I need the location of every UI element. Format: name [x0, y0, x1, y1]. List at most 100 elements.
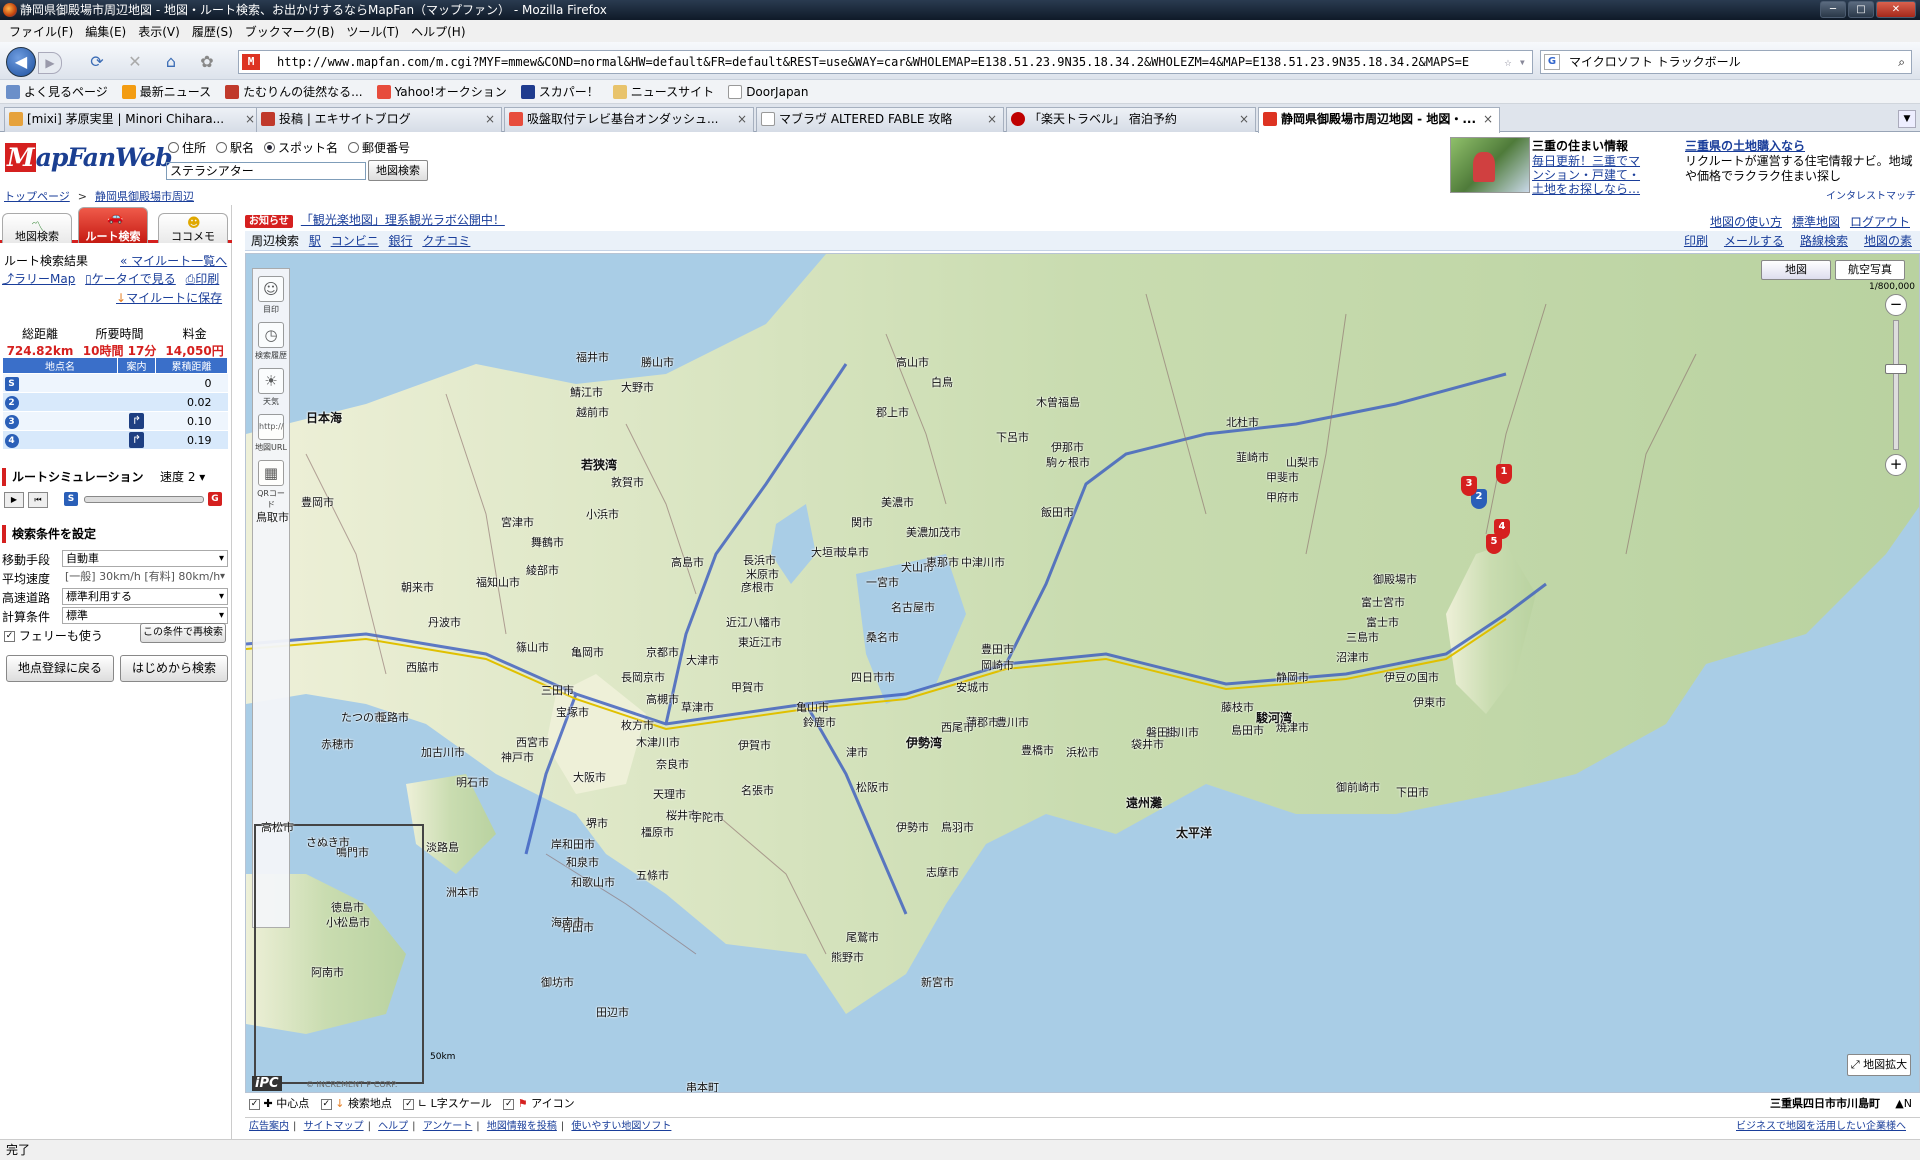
overview-map[interactable] — [254, 824, 424, 1084]
calc-select[interactable]: 標準 — [62, 607, 228, 624]
zoom-in-icon[interactable]: + — [1885, 454, 1907, 476]
radio-postal[interactable]: 郵便番号 — [348, 139, 410, 156]
radio-station[interactable]: 駅名 — [216, 139, 254, 156]
ad-image[interactable] — [1450, 137, 1530, 193]
aerial-view-button[interactable]: 航空写真 — [1835, 260, 1905, 280]
print-link[interactable]: ⎙印刷 — [186, 272, 220, 286]
menu-file[interactable]: ファイル(F) — [4, 20, 78, 42]
history-tool[interactable]: ◷ 検索履歴 — [255, 319, 287, 363]
mylist-link[interactable]: « マイルート一覧へ — [120, 252, 227, 269]
close-button[interactable]: ✕ — [1876, 1, 1916, 18]
minimize-button[interactable]: ─ — [1820, 1, 1846, 18]
google-icon[interactable]: G — [1544, 54, 1560, 70]
footer-ad-link[interactable]: 広告案内 — [249, 1121, 289, 1132]
table-row[interactable]: S0 — [2, 373, 228, 393]
mapfan-logo[interactable]: MapFanWeb — [5, 143, 173, 175]
search-point-toggle[interactable]: ✓ ↓ 検索地点 — [320, 1097, 392, 1110]
table-row[interactable]: 2 0.02 — [2, 392, 228, 412]
close-tab-icon[interactable]: × — [737, 108, 747, 130]
tab-list-arrow[interactable]: ▼ — [1898, 110, 1916, 128]
route-search-link[interactable]: 路線検索 — [1800, 231, 1848, 251]
menu-edit[interactable]: 編集(E) — [80, 20, 131, 42]
tab-kokomemo[interactable]: ☻ ココメモ — [158, 213, 228, 243]
footer-survey-link[interactable]: アンケート — [423, 1121, 473, 1132]
maximize-button[interactable]: □ — [1848, 1, 1874, 18]
stop-icon[interactable]: ✕ — [124, 51, 146, 73]
reload-icon[interactable]: ⟳ — [86, 51, 108, 73]
bookmark-item[interactable]: ニュースサイト — [612, 83, 714, 100]
menu-tools[interactable]: ツール(T) — [341, 20, 404, 42]
qr-tool[interactable]: ▦ QRコード — [255, 457, 287, 509]
tab-map-search[interactable]: 〽地図検索 — [2, 213, 72, 243]
tab-mapfan[interactable]: 静岡県御殿場市周辺地図 - 地図・... × — [1258, 107, 1500, 133]
bookmark-item[interactable]: スカパー！ — [520, 83, 599, 100]
radio-address[interactable]: 住所 — [168, 139, 206, 156]
transport-select[interactable]: 自動車 — [62, 550, 228, 567]
center-point-toggle[interactable]: ✓ ✚ 中心点 — [249, 1097, 309, 1110]
business-link[interactable]: ビジネスで地図を活用したい企業様へ — [1736, 1118, 1906, 1136]
map-elements-link[interactable]: 地図の素 — [1864, 231, 1912, 251]
notice-link[interactable]: 「観光楽地図」理系観光ラボ公開中！ — [301, 213, 505, 227]
nearby-convenience-link[interactable]: コンビニ — [331, 234, 379, 248]
close-tab-icon[interactable]: × — [1483, 108, 1493, 130]
map-url-tool[interactable]: http://地図URL — [255, 411, 287, 455]
mobile-link[interactable]: ▯ケータイで見る — [85, 272, 176, 286]
icon-toggle[interactable]: ✓ ⚑ アイコン — [503, 1097, 575, 1110]
footer-software-link[interactable]: 使いやすい地図ソフト — [571, 1121, 671, 1132]
nearby-review-link[interactable]: クチコミ — [422, 234, 470, 248]
ad-link[interactable]: 毎日更新！三重でマンション・戸建て・土地をお探しなら… — [1532, 154, 1642, 196]
restart-search-button[interactable]: はじめから検索 — [120, 655, 228, 682]
tab-tvmount[interactable]: 吸盤取付テレビ基台オンダッシュ... × — [504, 107, 754, 132]
radio-spot[interactable]: スポット名 — [264, 139, 338, 156]
play-icon[interactable]: ▶ — [4, 492, 24, 508]
map-search-button[interactable]: 地図検索 — [368, 160, 428, 181]
speed-select[interactable]: 速度 2 ▾ — [160, 468, 205, 485]
footer-help-link[interactable]: ヘルプ — [378, 1121, 408, 1132]
weather-tool[interactable]: ☀ 天気 — [255, 365, 287, 409]
close-tab-icon[interactable]: × — [1239, 108, 1249, 130]
bookmark-star-icon[interactable]: ☆ ▾ — [1504, 51, 1526, 73]
menu-history[interactable]: 履歴(S) — [187, 20, 238, 42]
breadcrumb-current[interactable]: 静岡県御殿場市周辺 — [95, 190, 194, 203]
map-help-link[interactable]: 地図の使い方 — [1710, 213, 1782, 230]
tab-excite[interactable]: 投稿 | エキサイトブログ × — [256, 107, 502, 132]
url-bar[interactable]: M http://www.mapfan.com/m.cgi?MYF=mmew&C… — [238, 50, 1533, 74]
menu-bookmarks[interactable]: ブックマーク(B) — [240, 20, 340, 42]
tab-mixi[interactable]: [mixi] 茅原実里 | Minori Chihara... × — [4, 107, 262, 132]
rally-map-link[interactable]: ⤴ラリーMap — [2, 272, 75, 286]
breadcrumb-top[interactable]: トップページ — [4, 190, 70, 203]
save-route-link[interactable]: ↓マイルートに保存 — [116, 289, 222, 306]
turn-right-icon[interactable]: ↱ — [129, 413, 144, 429]
nearby-station-link[interactable]: 駅 — [309, 234, 321, 248]
map-canvas[interactable]: 地図 航空写真 1/800,000 − + ☺ 目印 ◷ 検索履歴 ☀ 天気 http… — [245, 253, 1920, 1093]
bookmark-item[interactable]: よく見るページ — [6, 83, 108, 100]
expand-map-button[interactable]: ⤢ 地図拡大 — [1847, 1054, 1911, 1076]
bookmark-item[interactable]: 最新ニュース — [121, 83, 211, 100]
table-row[interactable]: 4 ↱ 0.19 — [2, 430, 228, 450]
zoom-slider-knob[interactable] — [1885, 364, 1907, 374]
standard-map-link[interactable]: 標準地図 — [1792, 213, 1840, 230]
map-mail-link[interactable]: メールする — [1724, 231, 1784, 251]
bookmark-item[interactable]: たむりんの徒然なる... — [225, 83, 363, 100]
ad-link-title[interactable]: 三重県の土地購入なら — [1685, 137, 1805, 154]
logout-link[interactable]: ログアウト — [1850, 213, 1910, 230]
nearby-bank-link[interactable]: 銀行 — [389, 234, 413, 248]
zoom-slider[interactable] — [1893, 320, 1899, 450]
simulation-slider[interactable] — [84, 496, 204, 503]
search-icon[interactable]: ⌕ — [1898, 51, 1905, 73]
search-bar[interactable]: G マイクロソフト トラックボール ⌕ — [1540, 50, 1912, 74]
footer-post-link[interactable]: 地図情報を投稿 — [487, 1121, 557, 1132]
interest-match-link[interactable]: インタレストマッチ — [1826, 187, 1916, 202]
ferry-checkbox[interactable]: ✓ フェリーも使う — [4, 627, 103, 644]
tab-route-search[interactable]: 🚗 ルート検索 — [78, 207, 148, 243]
map-print-link[interactable]: 印刷 — [1684, 231, 1708, 251]
back-button[interactable]: ◀ — [6, 47, 36, 77]
tab-muvluv[interactable]: マブラヴ ALTERED FABLE 攻略 × — [756, 107, 1004, 132]
l-scale-toggle[interactable]: ✓ ∟ L字スケール — [403, 1097, 492, 1110]
landmark-tool[interactable]: ☺ 目印 — [255, 273, 287, 317]
bookmark-item[interactable]: Yahoo!オークション — [376, 83, 507, 100]
spot-search-input[interactable]: ステラシアター — [166, 162, 366, 180]
table-row[interactable]: 3 ↱ 0.10 — [2, 411, 228, 431]
route-point-marker[interactable]: 5 — [1486, 534, 1502, 554]
turn-right-icon[interactable]: ↱ — [129, 432, 144, 448]
